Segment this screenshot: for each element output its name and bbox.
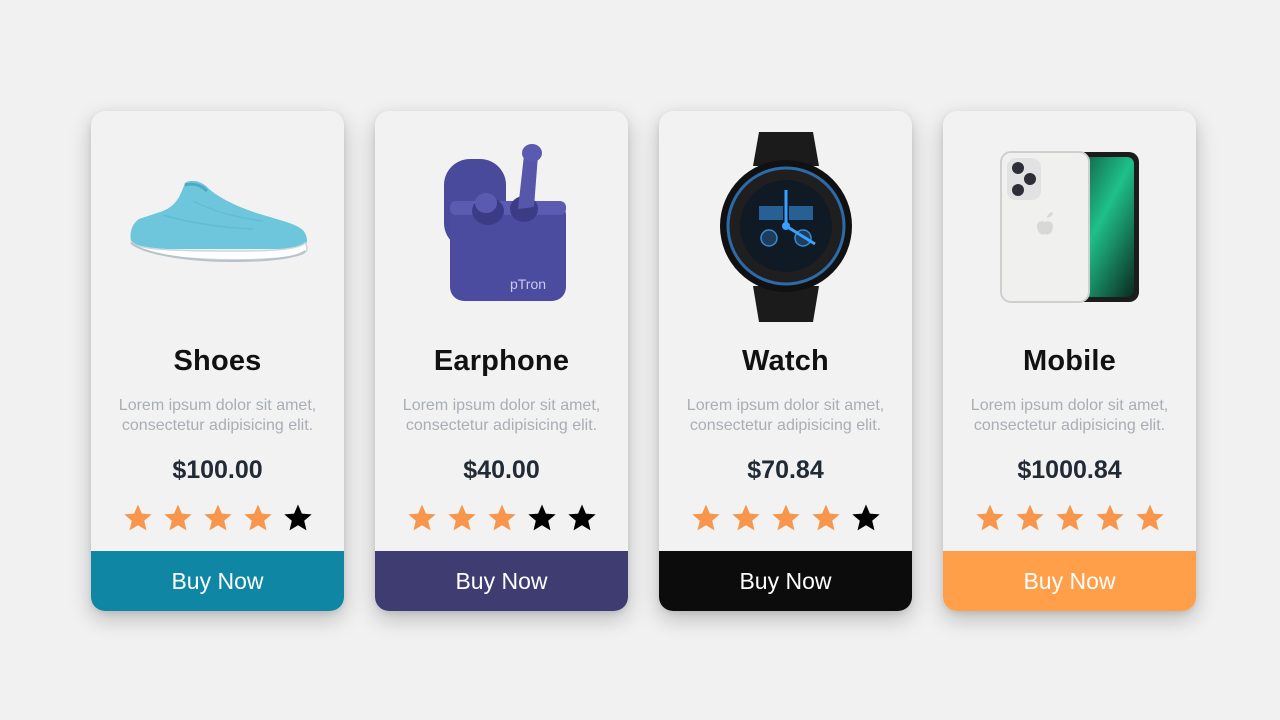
star-filled-icon [691, 503, 721, 532]
star-filled-icon [1135, 503, 1165, 532]
brand-logo-text: pTron [509, 276, 545, 292]
product-card-list: Shoes Lorem ipsum dolor sit amet, consec… [91, 111, 1196, 611]
star-filled-icon [203, 503, 233, 532]
product-card-mobile: Mobile Lorem ipsum dolor sit amet, conse… [943, 111, 1196, 611]
star-empty-icon [567, 503, 597, 532]
product-title: Watch [742, 345, 829, 377]
product-price: $100.00 [172, 456, 263, 484]
product-description: Lorem ipsum dolor sit amet, consectetur … [402, 397, 601, 434]
wristwatch-icon [719, 132, 852, 322]
product-title: Mobile [1022, 345, 1117, 377]
star-filled-icon [243, 503, 273, 532]
product-card-shoes: Shoes Lorem ipsum dolor sit amet, consec… [91, 111, 344, 611]
product-price: $1000.84 [1017, 456, 1122, 484]
star-filled-icon [811, 503, 841, 532]
star-filled-icon [771, 503, 801, 532]
product-description: Lorem ipsum dolor sit amet, consectetur … [970, 397, 1169, 434]
product-card-watch: Watch Lorem ipsum dolor sit amet, consec… [659, 111, 912, 611]
buy-now-button-shoes[interactable]: Buy Now [91, 551, 344, 611]
product-card-earphone: pTron Earphone Lorem ipsum dolor sit ame… [375, 111, 628, 611]
product-image-earphone: pTron [375, 121, 628, 331]
buy-now-button-watch[interactable]: Buy Now [659, 551, 912, 611]
product-title: Earphone [433, 345, 570, 377]
star-filled-icon [731, 503, 761, 532]
star-filled-icon [975, 503, 1005, 532]
product-price: $40.00 [463, 456, 540, 484]
star-filled-icon [1015, 503, 1045, 532]
star-empty-icon [283, 503, 313, 532]
product-image-mobile [943, 121, 1196, 331]
star-filled-icon [447, 503, 477, 532]
star-filled-icon [407, 503, 437, 532]
product-price: $70.84 [747, 456, 824, 484]
star-empty-icon [851, 503, 881, 532]
product-image-watch [659, 121, 912, 331]
star-filled-icon [487, 503, 517, 532]
rating-stars [975, 503, 1165, 532]
star-filled-icon [123, 503, 153, 532]
earbuds-case-icon: pTron [443, 144, 566, 301]
product-description: Lorem ipsum dolor sit amet, consectetur … [118, 397, 317, 434]
buy-now-button-mobile[interactable]: Buy Now [943, 551, 1196, 611]
star-empty-icon [527, 503, 557, 532]
buy-now-button-earphone[interactable]: Buy Now [375, 551, 628, 611]
rating-stars [407, 503, 597, 532]
sneaker-icon [129, 180, 308, 263]
smartphone-icon [999, 151, 1139, 303]
product-title: Shoes [173, 345, 262, 377]
product-image-shoes [91, 121, 344, 331]
rating-stars [691, 503, 881, 532]
star-filled-icon [163, 503, 193, 532]
star-filled-icon [1095, 503, 1125, 532]
star-filled-icon [1055, 503, 1085, 532]
rating-stars [123, 503, 313, 532]
product-description: Lorem ipsum dolor sit amet, consectetur … [686, 397, 885, 434]
